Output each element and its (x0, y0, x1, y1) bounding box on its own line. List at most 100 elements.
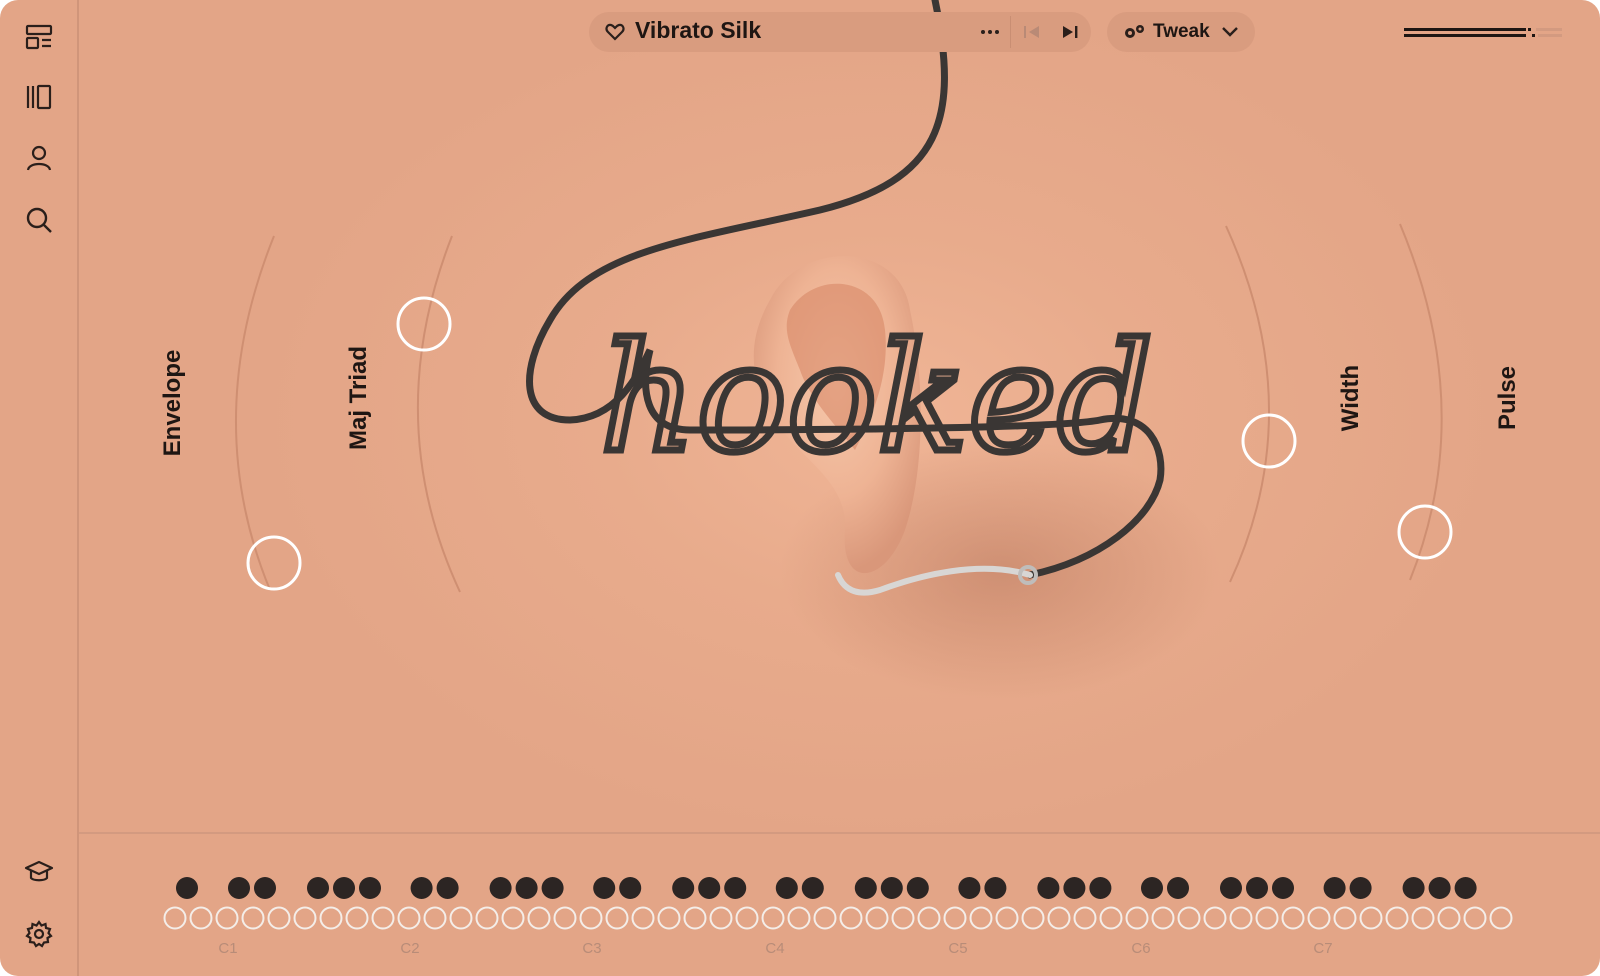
black-key[interactable] (228, 877, 250, 899)
black-key[interactable] (1246, 877, 1268, 899)
library-button[interactable] (19, 77, 59, 117)
white-key[interactable] (1203, 906, 1227, 930)
volume-slider[interactable] (1404, 26, 1564, 40)
macro-knob-envelope[interactable] (246, 535, 302, 591)
black-key[interactable] (1089, 877, 1112, 899)
black-key[interactable] (724, 877, 747, 899)
white-key[interactable] (189, 906, 213, 930)
white-key[interactable] (293, 906, 317, 930)
white-key[interactable] (1255, 906, 1279, 930)
white-key[interactable] (1125, 906, 1149, 930)
white-key[interactable] (891, 906, 915, 930)
white-key[interactable] (1047, 906, 1071, 930)
white-key[interactable] (1385, 906, 1409, 930)
white-key[interactable] (527, 906, 551, 930)
black-key[interactable] (541, 877, 564, 899)
white-key[interactable] (423, 906, 447, 930)
black-key[interactable] (1428, 877, 1451, 899)
white-key[interactable] (761, 906, 785, 930)
black-key[interactable] (176, 877, 198, 899)
white-key[interactable] (605, 906, 629, 930)
black-key[interactable] (672, 877, 695, 899)
black-key[interactable] (307, 877, 329, 899)
black-key[interactable] (515, 877, 538, 899)
white-key[interactable] (1463, 906, 1487, 930)
white-key[interactable] (1177, 906, 1201, 930)
white-key[interactable] (397, 906, 421, 930)
white-key[interactable] (1151, 906, 1175, 930)
white-key[interactable] (1099, 906, 1123, 930)
white-key[interactable] (1281, 906, 1305, 930)
white-key[interactable] (553, 906, 577, 930)
search-button[interactable] (19, 200, 59, 240)
black-key[interactable] (1063, 877, 1086, 899)
white-key[interactable] (371, 906, 395, 930)
black-key[interactable] (1220, 877, 1242, 899)
white-key[interactable] (215, 906, 239, 930)
previous-preset-icon[interactable] (1022, 23, 1042, 41)
white-key[interactable] (1489, 906, 1513, 930)
black-key[interactable] (801, 877, 824, 899)
white-key[interactable] (995, 906, 1019, 930)
white-key[interactable] (1411, 906, 1435, 930)
black-key[interactable] (854, 877, 877, 899)
white-key[interactable] (917, 906, 941, 930)
black-key[interactable] (1037, 877, 1060, 899)
account-button[interactable] (19, 138, 59, 178)
white-key[interactable] (267, 906, 291, 930)
black-key[interactable] (1323, 877, 1346, 899)
black-key[interactable] (593, 877, 616, 899)
white-key[interactable] (813, 906, 837, 930)
white-key[interactable] (1073, 906, 1097, 930)
white-key[interactable] (319, 906, 343, 930)
black-key[interactable] (254, 877, 276, 899)
white-key[interactable] (345, 906, 369, 930)
macro-label-width[interactable]: Width (1337, 365, 1365, 431)
white-key[interactable] (787, 906, 811, 930)
preset-name[interactable]: Vibrato Silk (635, 17, 761, 44)
next-preset-icon[interactable] (1060, 23, 1080, 41)
black-key[interactable] (410, 877, 433, 899)
white-key[interactable] (631, 906, 655, 930)
black-key[interactable] (1349, 877, 1372, 899)
settings-button[interactable] (19, 914, 59, 954)
black-key[interactable] (436, 877, 459, 899)
black-key[interactable] (619, 877, 642, 899)
black-key[interactable] (1402, 877, 1425, 899)
white-key[interactable] (735, 906, 759, 930)
white-key[interactable] (657, 906, 681, 930)
white-key[interactable] (1229, 906, 1253, 930)
macro-knob-maj-triad[interactable] (396, 296, 452, 352)
black-key[interactable] (880, 877, 903, 899)
macro-label-envelope[interactable]: Envelope (159, 350, 187, 457)
macro-label-maj-triad[interactable]: Maj Triad (345, 346, 373, 450)
white-key[interactable] (241, 906, 265, 930)
black-key[interactable] (1454, 877, 1477, 899)
black-key[interactable] (775, 877, 798, 899)
white-key[interactable] (683, 906, 707, 930)
black-key[interactable] (359, 877, 381, 899)
black-key[interactable] (333, 877, 355, 899)
white-key[interactable] (865, 906, 889, 930)
white-key[interactable] (709, 906, 733, 930)
white-key[interactable] (1437, 906, 1461, 930)
heart-icon[interactable] (605, 22, 625, 42)
white-key[interactable] (163, 906, 187, 930)
black-key[interactable] (958, 877, 981, 899)
white-key[interactable] (969, 906, 993, 930)
macro-knob-pulse[interactable] (1397, 504, 1453, 560)
black-key[interactable] (1141, 877, 1163, 899)
white-key[interactable] (1307, 906, 1331, 930)
black-key[interactable] (1167, 877, 1189, 899)
white-key[interactable] (839, 906, 863, 930)
more-options-button[interactable] (978, 22, 1002, 42)
white-key[interactable] (475, 906, 499, 930)
white-key[interactable] (579, 906, 603, 930)
learn-button[interactable] (19, 851, 59, 891)
black-key[interactable] (489, 877, 512, 899)
white-key[interactable] (1359, 906, 1383, 930)
macro-label-pulse[interactable]: Pulse (1494, 366, 1522, 430)
white-key[interactable] (943, 906, 967, 930)
white-key[interactable] (501, 906, 525, 930)
black-key[interactable] (906, 877, 929, 899)
